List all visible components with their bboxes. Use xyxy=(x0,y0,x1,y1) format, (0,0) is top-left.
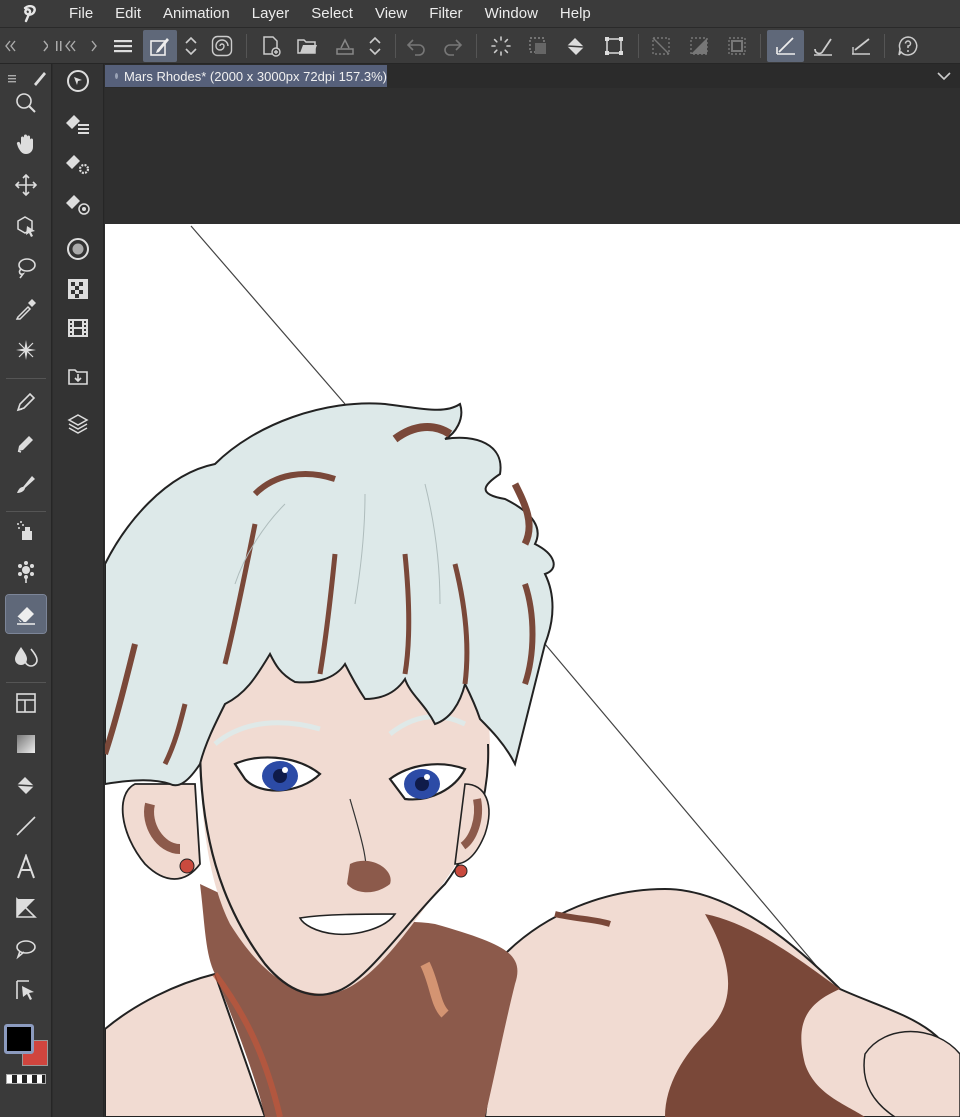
brush-pen-icon[interactable] xyxy=(6,465,46,503)
invert-icon[interactable] xyxy=(682,30,716,62)
film-icon[interactable] xyxy=(60,311,96,345)
app-logo-icon[interactable] xyxy=(0,0,58,28)
menu-window[interactable]: Window xyxy=(474,0,549,28)
command-bar xyxy=(0,28,960,64)
panel-toggle-icon[interactable] xyxy=(52,30,102,62)
pencil-icon[interactable] xyxy=(6,424,46,462)
document-tab[interactable]: Mars Rhodes* (2000 x 3000px 72dpi 157.3%… xyxy=(105,65,387,87)
save-icon[interactable] xyxy=(328,30,362,62)
snap-ruler-icon[interactable] xyxy=(767,30,804,62)
brush-icon[interactable] xyxy=(806,30,840,62)
chevron-down-icon[interactable] xyxy=(936,68,952,84)
menu-filter[interactable]: Filter xyxy=(418,0,473,28)
updown-icon[interactable] xyxy=(176,30,206,62)
line-icon[interactable] xyxy=(6,807,46,845)
blend-icon[interactable] xyxy=(6,636,46,674)
navigator-icon[interactable] xyxy=(60,64,96,98)
correct-line-icon[interactable] xyxy=(6,971,46,1009)
fill-icon[interactable] xyxy=(559,30,593,62)
layers-icon[interactable] xyxy=(60,407,96,441)
canvas-paper[interactable] xyxy=(105,224,960,1117)
zoom-icon[interactable] xyxy=(6,84,46,122)
checker-icon[interactable] xyxy=(60,272,96,306)
object-select-icon[interactable] xyxy=(6,207,46,245)
deselect-icon[interactable] xyxy=(644,30,678,62)
transparent-color-swatch[interactable] xyxy=(6,1074,46,1084)
lasso-icon[interactable] xyxy=(6,249,46,287)
menu-help[interactable]: Help xyxy=(549,0,602,28)
frame-icon[interactable] xyxy=(6,684,46,722)
eraser-target-icon[interactable] xyxy=(60,186,96,220)
border-icon[interactable] xyxy=(720,30,754,62)
import-icon[interactable] xyxy=(60,359,96,393)
menu-layer[interactable]: Layer xyxy=(241,0,301,28)
eraser-layer-icon[interactable] xyxy=(60,106,96,140)
canvas-artwork xyxy=(105,225,960,1117)
color-swatches[interactable] xyxy=(4,1024,48,1068)
document-tab-bar: Mars Rhodes* (2000 x 3000px 72dpi 157.3%… xyxy=(105,64,960,88)
new-file-icon[interactable] xyxy=(254,30,288,62)
move-icon[interactable] xyxy=(6,166,46,204)
menu-view[interactable]: View xyxy=(364,0,418,28)
menu-edit[interactable]: Edit xyxy=(104,0,152,28)
balloon-icon[interactable] xyxy=(6,930,46,968)
snap-special-icon[interactable] xyxy=(844,30,878,62)
eyedropper-icon[interactable] xyxy=(6,290,46,328)
tab-dot-icon xyxy=(115,73,118,79)
collapse-panels-icon[interactable] xyxy=(2,30,50,62)
help-icon[interactable] xyxy=(891,30,925,62)
menu-icon[interactable] xyxy=(106,30,140,62)
loading-icon[interactable] xyxy=(484,30,518,62)
fill-tool-icon[interactable] xyxy=(6,766,46,804)
ruler-icon[interactable] xyxy=(6,889,46,927)
sparkle-icon[interactable] xyxy=(6,331,46,369)
spiral-icon[interactable] xyxy=(205,30,239,62)
decoration-icon[interactable] xyxy=(6,553,46,591)
undo-icon[interactable] xyxy=(399,30,433,62)
document-tab-title: Mars Rhodes* (2000 x 3000px 72dpi 157.3%… xyxy=(123,68,387,84)
main-color-swatch[interactable] xyxy=(4,1024,34,1054)
menu-bar: File Edit Animation Layer Select View Fi… xyxy=(0,0,960,28)
circle-tool-icon[interactable] xyxy=(60,232,96,266)
tool-palette xyxy=(0,64,52,1117)
transform-icon[interactable] xyxy=(597,30,631,62)
pen-icon[interactable] xyxy=(6,383,46,421)
subtool-panel xyxy=(53,64,104,1117)
gradient-icon[interactable] xyxy=(6,725,46,763)
menu-file[interactable]: File xyxy=(58,0,104,28)
menu-select[interactable]: Select xyxy=(300,0,364,28)
airbrush-icon[interactable] xyxy=(6,512,46,550)
eraser-icon[interactable] xyxy=(5,594,47,634)
eraser-settings-icon[interactable] xyxy=(60,146,96,180)
updown-2-icon[interactable] xyxy=(360,30,390,62)
canvas-area[interactable] xyxy=(105,88,960,1117)
hand-icon[interactable] xyxy=(6,125,46,163)
text-icon[interactable] xyxy=(6,848,46,886)
open-file-icon[interactable] xyxy=(290,30,324,62)
edit-mode-icon[interactable] xyxy=(143,30,177,62)
select-icon[interactable] xyxy=(521,30,555,62)
redo-icon[interactable] xyxy=(436,30,470,62)
menu-animation[interactable]: Animation xyxy=(152,0,241,28)
